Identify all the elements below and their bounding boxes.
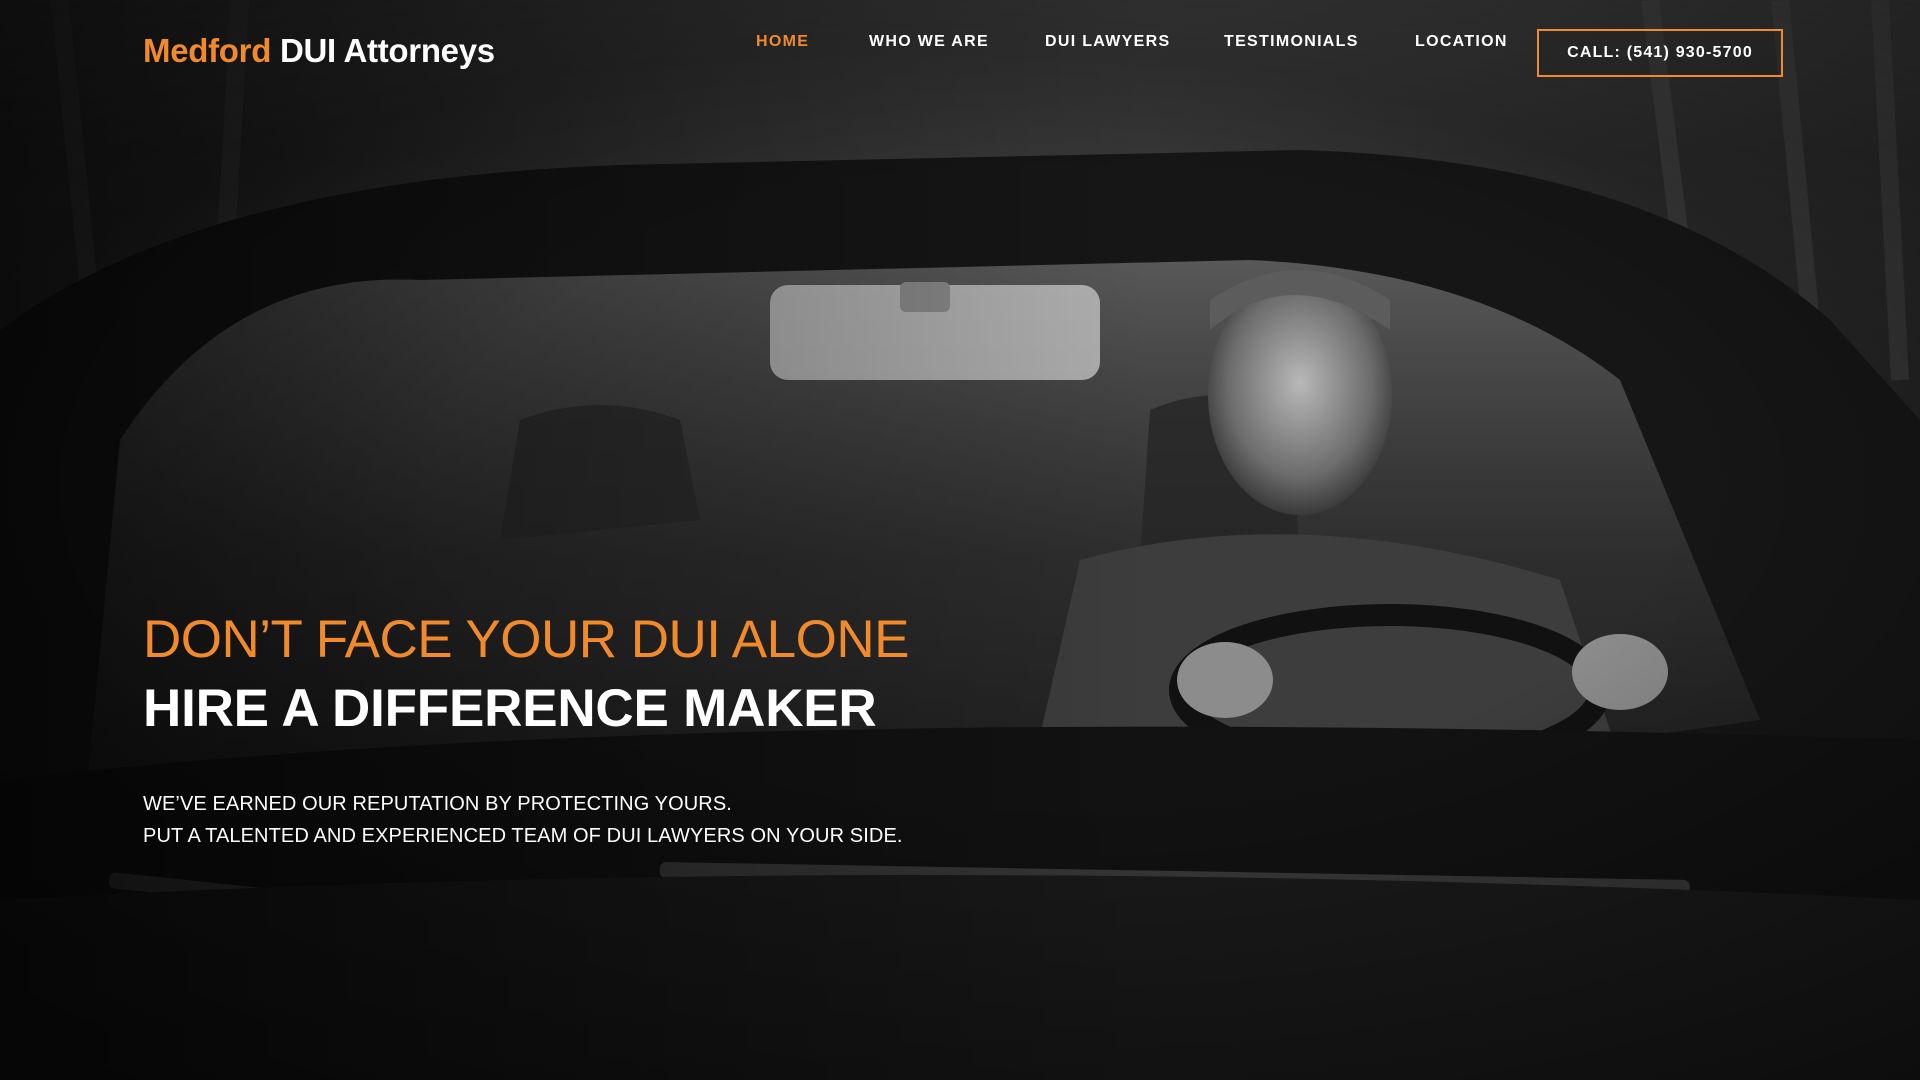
nav-dui-lawyers[interactable]: DUI LAWYERS	[1045, 33, 1170, 51]
nav-home[interactable]: HOME	[756, 33, 809, 51]
call-button[interactable]: CALL: (541) 930-5700	[1537, 29, 1783, 77]
car-windshield-illustration	[0, 0, 1920, 1080]
nav-who-we-are[interactable]: WHO WE ARE	[869, 33, 989, 51]
landing-page: Medford DUI Attorneys HOME WHO WE ARE DU…	[0, 0, 1920, 1080]
hero-background-photo	[0, 0, 1920, 1080]
site-logo[interactable]: Medford DUI Attorneys	[143, 32, 495, 70]
hero-subcopy: WE’VE EARNED OUR REPUTATION BY PROTECTIN…	[143, 788, 909, 852]
hero-headline-secondary: HIRE A DIFFERENCE MAKER	[143, 679, 877, 738]
nav-location[interactable]: LOCATION	[1415, 33, 1508, 51]
nav-testimonials[interactable]: TESTIMONIALS	[1224, 33, 1359, 51]
logo-accent-text: Medford	[143, 32, 272, 69]
hero-headline-primary: DON’T FACE YOUR DUI ALONE	[143, 610, 910, 669]
hero-subline-1: WE’VE EARNED OUR REPUTATION BY PROTECTIN…	[143, 793, 732, 815]
site-header: Medford DUI Attorneys HOME WHO WE ARE DU…	[0, 0, 1920, 108]
logo-main-text: DUI Attorneys	[279, 32, 495, 69]
hero-subline-2: PUT A TALENTED AND EXPERIENCED TEAM OF D…	[143, 825, 903, 847]
hero-content: DON’T FACE YOUR DUI ALONE HIRE A DIFFERE…	[143, 606, 910, 852]
